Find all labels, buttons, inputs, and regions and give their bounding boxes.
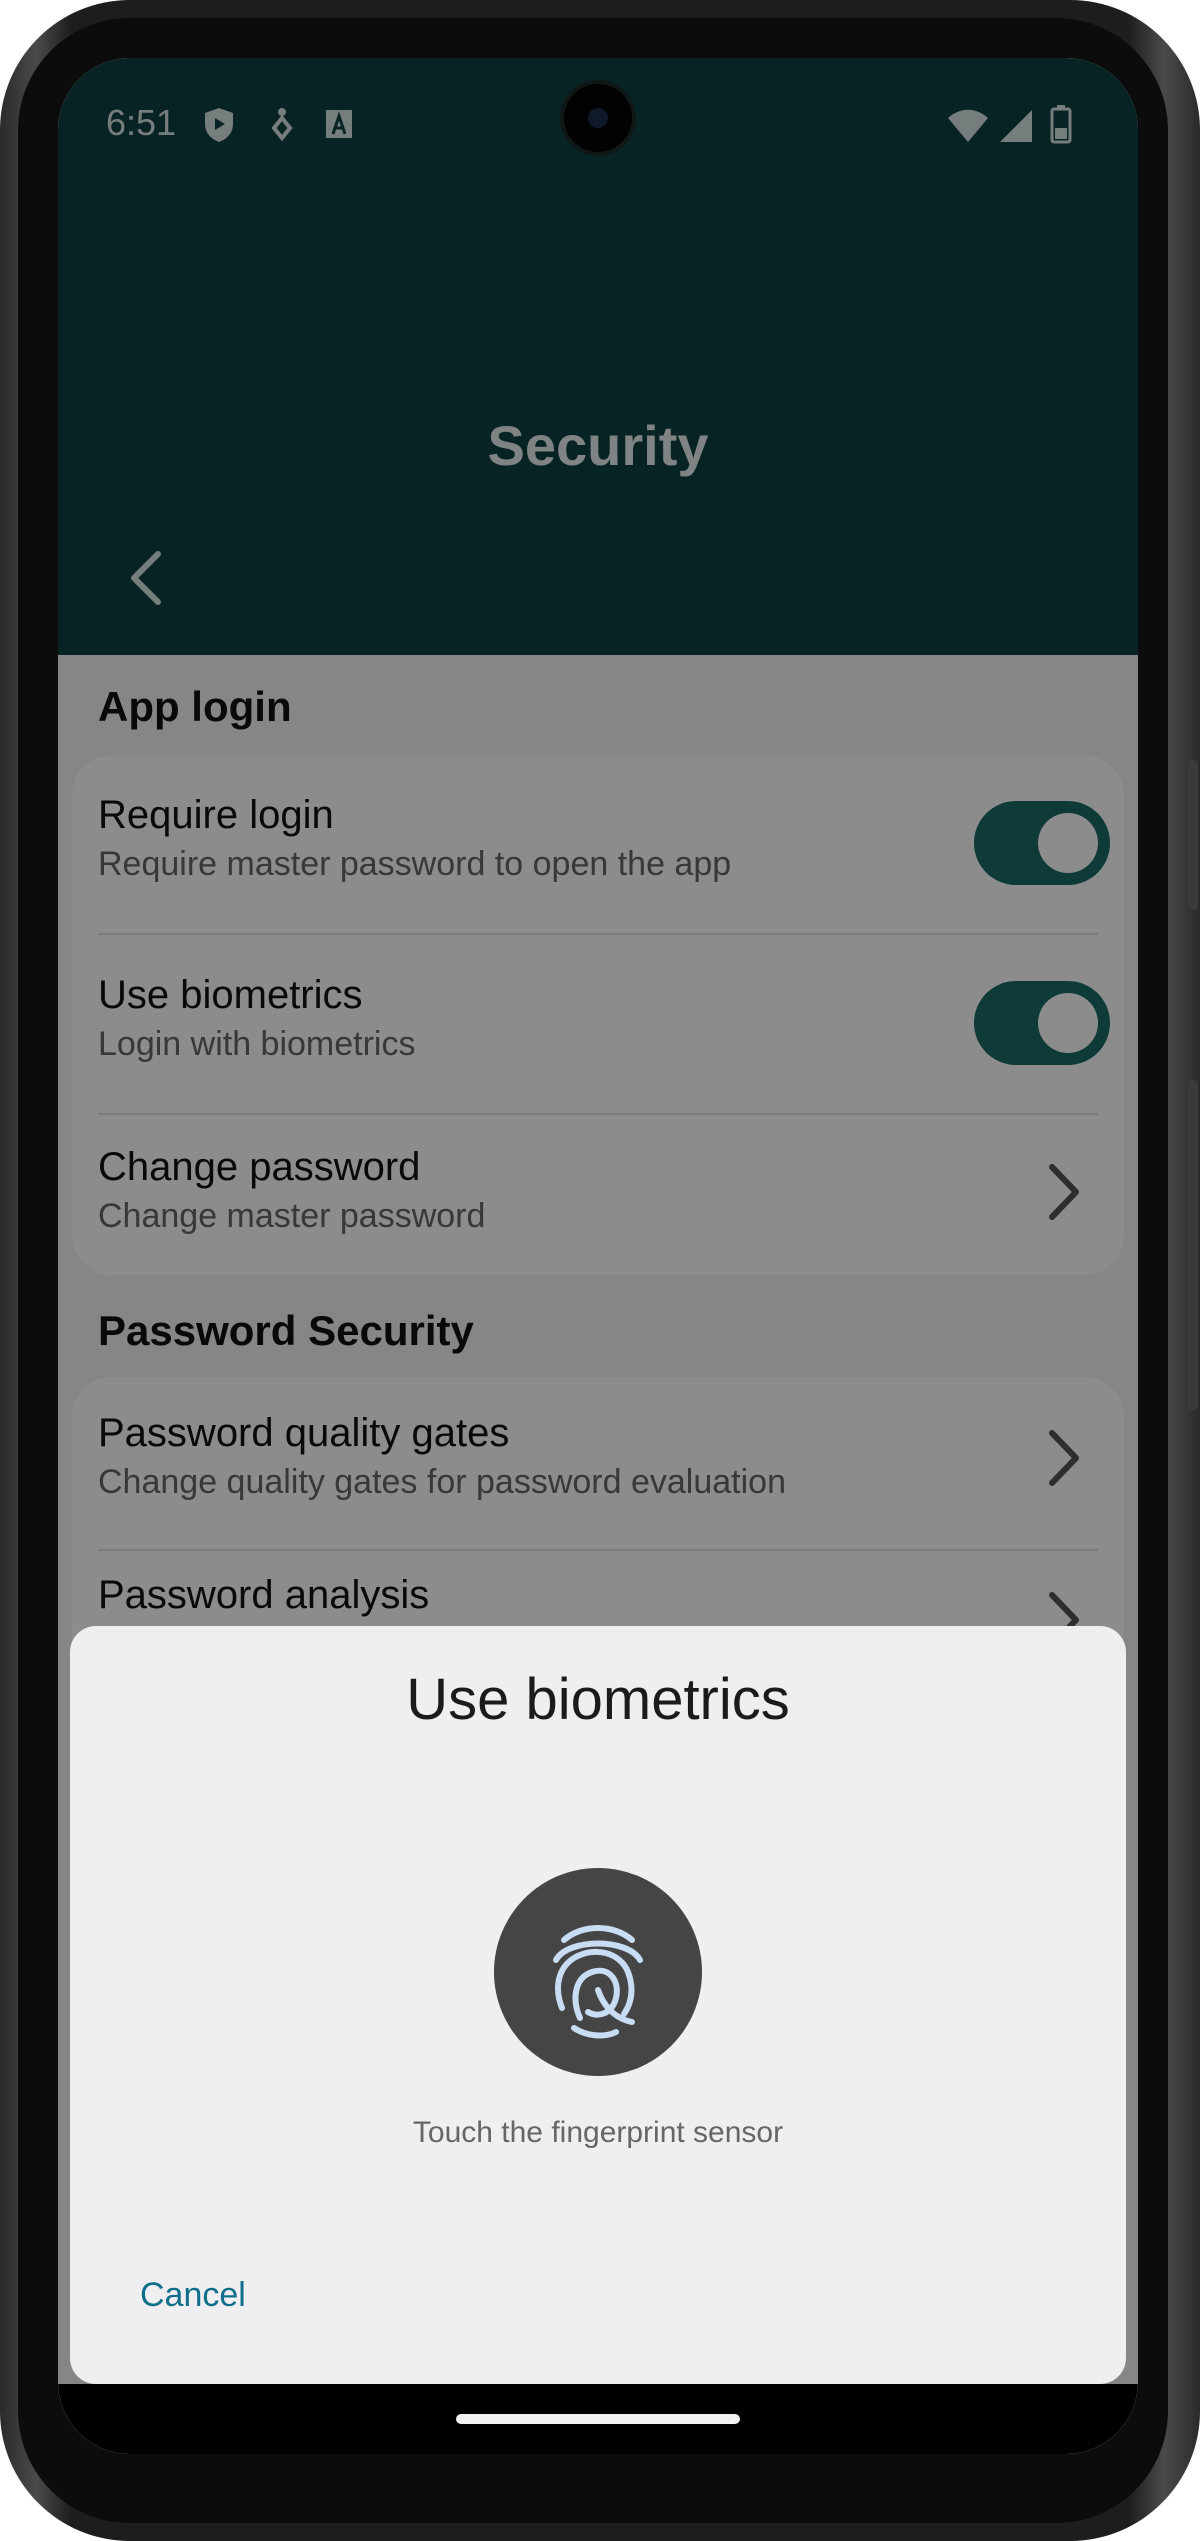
home-gesture-handle[interactable] [456,2414,740,2424]
phone-frame: 6:51 Security App login Require login Re… [0,0,1200,2541]
cancel-button[interactable]: Cancel [140,2276,246,2315]
screen: 6:51 Security App login Require login Re… [58,58,1138,2454]
dialog-hint: Touch the fingerprint sensor [412,2116,784,2149]
power-button [1188,760,1198,910]
volume-button [1188,1080,1198,1410]
dialog-title: Use biometrics [406,1667,790,1732]
fingerprint-icon [553,1925,643,2039]
biometric-dialog: Use biometrics Touch the fingerprint sen… [70,1626,1126,2384]
fingerprint-sensor-indicator [494,1868,702,2076]
